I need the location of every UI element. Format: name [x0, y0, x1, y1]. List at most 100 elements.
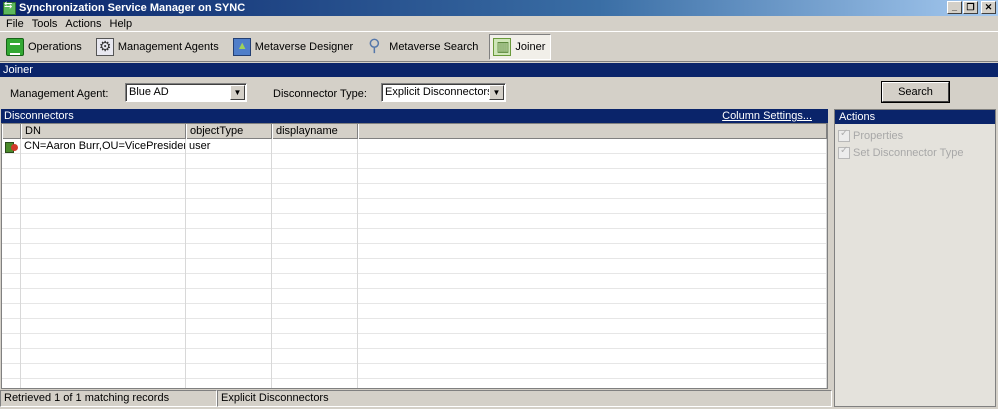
cell-displayname[interactable] [272, 139, 358, 154]
empty-row [2, 334, 827, 349]
cell-filler [358, 139, 827, 154]
action-properties[interactable]: Properties [835, 127, 995, 144]
empty-cell [358, 244, 827, 259]
empty-cell [186, 214, 272, 229]
empty-cell [272, 229, 358, 244]
management-agent-select[interactable]: Blue AD ▼ [125, 83, 247, 102]
chevron-down-icon[interactable]: ▼ [489, 85, 504, 100]
menu-bar: File Tools Actions Help [0, 16, 998, 31]
empty-cell [21, 184, 186, 199]
empty-cell [186, 304, 272, 319]
grid-header: DN objectType displayname [2, 124, 827, 139]
properties-icon [838, 128, 850, 142]
chevron-down-icon[interactable]: ▼ [230, 85, 245, 100]
empty-cell [358, 214, 827, 229]
column-header-displayname[interactable]: displayname [272, 124, 358, 139]
management-agents-button[interactable]: Management Agents [93, 34, 224, 60]
empty-cell [358, 184, 827, 199]
minimize-button[interactable]: _ [947, 1, 962, 14]
empty-cell [186, 244, 272, 259]
empty-cell [21, 259, 186, 274]
empty-cell [21, 274, 186, 289]
status-records: Retrieved 1 of 1 matching records [0, 390, 217, 407]
metaverse-designer-button[interactable]: Metaverse Designer [230, 34, 358, 60]
actions-header: Actions [835, 110, 995, 124]
restore-button[interactable]: ❐ [963, 1, 978, 14]
empty-cell [272, 334, 358, 349]
set-disconnector-type-icon [838, 145, 850, 159]
empty-row [2, 319, 827, 334]
cell-objecttype[interactable]: user [186, 139, 272, 154]
joiner-icon [493, 37, 512, 56]
empty-cell [186, 229, 272, 244]
empty-cell [358, 319, 827, 334]
disconnectors-grid: DN objectType displayname CN=Aaron Burr,… [1, 123, 828, 389]
empty-cell [186, 154, 272, 169]
empty-cell [21, 199, 186, 214]
empty-row [2, 304, 827, 319]
menu-file[interactable]: File [2, 18, 28, 30]
disconnectors-title: Disconnectors [4, 110, 74, 122]
empty-cell [358, 259, 827, 274]
empty-cell [21, 334, 186, 349]
disconnector-type-value: Explicit Disconnectors [385, 86, 493, 98]
empty-cell [21, 229, 186, 244]
empty-cell [21, 289, 186, 304]
empty-cell [2, 199, 21, 214]
empty-cell [21, 169, 186, 184]
metaverse-designer-icon [232, 37, 251, 56]
empty-cell [21, 244, 186, 259]
metaverse-search-button[interactable]: Metaverse Search [364, 34, 483, 60]
empty-cell [186, 349, 272, 364]
disconnector-icon [5, 141, 19, 153]
toolbar: Operations Management Agents Metaverse D… [0, 31, 998, 62]
status-bar: Retrieved 1 of 1 matching records Explic… [0, 390, 832, 407]
menu-actions[interactable]: Actions [61, 18, 105, 30]
empty-cell [272, 169, 358, 184]
empty-cell [272, 274, 358, 289]
search-button[interactable]: Search [882, 82, 949, 102]
title-bar: Synchronization Service Manager on SYNC … [0, 0, 998, 16]
empty-cell [272, 364, 358, 379]
empty-cell [272, 259, 358, 274]
operations-icon [6, 37, 24, 56]
empty-cell [2, 214, 21, 229]
action-set-disconnector-type[interactable]: Set Disconnector Type [835, 144, 995, 161]
operations-label: Operations [28, 40, 82, 53]
management-agents-label: Management Agents [117, 40, 219, 53]
operations-button[interactable]: Operations [3, 34, 87, 60]
empty-cell [358, 199, 827, 214]
column-header-objecttype[interactable]: objectType [186, 124, 272, 139]
empty-cell [2, 319, 21, 334]
disconnector-type-select[interactable]: Explicit Disconnectors ▼ [381, 83, 506, 102]
joiner-button[interactable]: Joiner [489, 33, 552, 60]
empty-cell [21, 319, 186, 334]
menu-tools[interactable]: Tools [28, 18, 62, 30]
joiner-label: Joiner [515, 40, 546, 53]
empty-cell [2, 229, 21, 244]
table-row[interactable]: CN=Aaron Burr,OU=VicePresidents,... user [2, 139, 827, 154]
empty-cell [2, 274, 21, 289]
cell-dn[interactable]: CN=Aaron Burr,OU=VicePresidents,... [21, 139, 186, 154]
empty-cell [272, 379, 358, 388]
empty-cell [272, 154, 358, 169]
column-header-dn[interactable]: DN [21, 124, 186, 139]
empty-cell [358, 289, 827, 304]
empty-cell [2, 259, 21, 274]
empty-row [2, 349, 827, 364]
action-properties-label: Properties [853, 129, 904, 142]
empty-row [2, 274, 827, 289]
empty-cell [2, 154, 21, 169]
close-button[interactable]: ✕ [981, 1, 996, 14]
disconnector-type-label: Disconnector Type: [273, 88, 367, 100]
joiner-header: Joiner [0, 63, 998, 77]
empty-cell [272, 349, 358, 364]
empty-cell [21, 349, 186, 364]
column-settings-link[interactable]: Column Settings... [722, 109, 812, 123]
menu-help[interactable]: Help [106, 18, 137, 30]
empty-cell [358, 304, 827, 319]
empty-cell [358, 274, 827, 289]
empty-cell [358, 379, 827, 388]
header-icon-column [2, 124, 21, 139]
empty-row [2, 184, 827, 199]
